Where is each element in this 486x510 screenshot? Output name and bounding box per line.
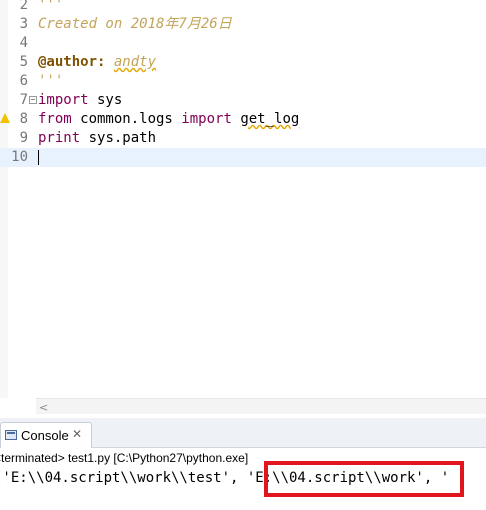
line-number: 2 [19, 0, 28, 13]
code-text: ''' [38, 0, 64, 13]
line-number: 6 [19, 73, 28, 89]
line-number: 4 [19, 35, 28, 51]
code-rest: sys.path [80, 130, 157, 146]
line-number: 5 [19, 54, 28, 70]
code-line[interactable]: 4 [0, 34, 486, 53]
code-rest: sys [88, 92, 123, 108]
keyword: from [38, 111, 72, 127]
code-line[interactable]: 7 − import sys [0, 91, 486, 110]
keyword: import [38, 92, 89, 108]
console-icon [5, 430, 17, 440]
line-number: 9 [19, 130, 28, 146]
code-line[interactable]: 9 print sys.path [0, 129, 486, 148]
code-line[interactable]: 5 @author: andty [0, 53, 486, 72]
line-number: 3 [19, 16, 28, 32]
code-rest: common.logs [71, 111, 182, 127]
code-editor[interactable]: 2 ''' 3 Created on 2018年7月26日 4 5 @autho… [0, 0, 486, 418]
scroll-left-icon[interactable]: < [39, 401, 48, 414]
author-tag: @author: [38, 54, 106, 70]
keyword: import [181, 111, 232, 127]
code-line[interactable]: 2 ''' [0, 0, 486, 15]
line-number: 8 [19, 111, 28, 127]
keyword: print [38, 130, 81, 146]
code-text: from common.logs import get_log [38, 110, 299, 129]
highlight-annotation-box [264, 461, 464, 497]
horizontal-scrollbar[interactable]: < [36, 398, 486, 414]
code-text: Created on 2018年7月26日 [38, 16, 232, 32]
code-text: import sys [38, 91, 122, 110]
fold-toggle-icon[interactable]: − [29, 96, 37, 104]
code-text: @author: andty [38, 53, 156, 72]
close-icon[interactable]: ✕ [72, 427, 82, 441]
tab-console[interactable]: Console ✕ [0, 422, 92, 448]
author-name: andty [113, 54, 157, 70]
line-number: 10 [11, 149, 28, 165]
process-status: <terminated> test1.py [C:\Python27\pytho… [0, 451, 249, 465]
code-text: print sys.path [38, 129, 156, 148]
line-number: 7 [19, 92, 28, 108]
unused-import: get_log [240, 111, 300, 127]
current-code-line[interactable]: 10 [0, 148, 486, 167]
code-line[interactable]: 8 from common.logs import get_log [0, 110, 486, 129]
code-line[interactable]: 3 Created on 2018年7月26日 [0, 15, 486, 34]
console-tab-bar: Console ✕ [0, 418, 486, 448]
code-line[interactable]: 6 ''' [0, 72, 486, 91]
text-caret [38, 150, 39, 165]
console-tab-label: Console [21, 428, 69, 443]
code-text: ''' [38, 73, 64, 89]
